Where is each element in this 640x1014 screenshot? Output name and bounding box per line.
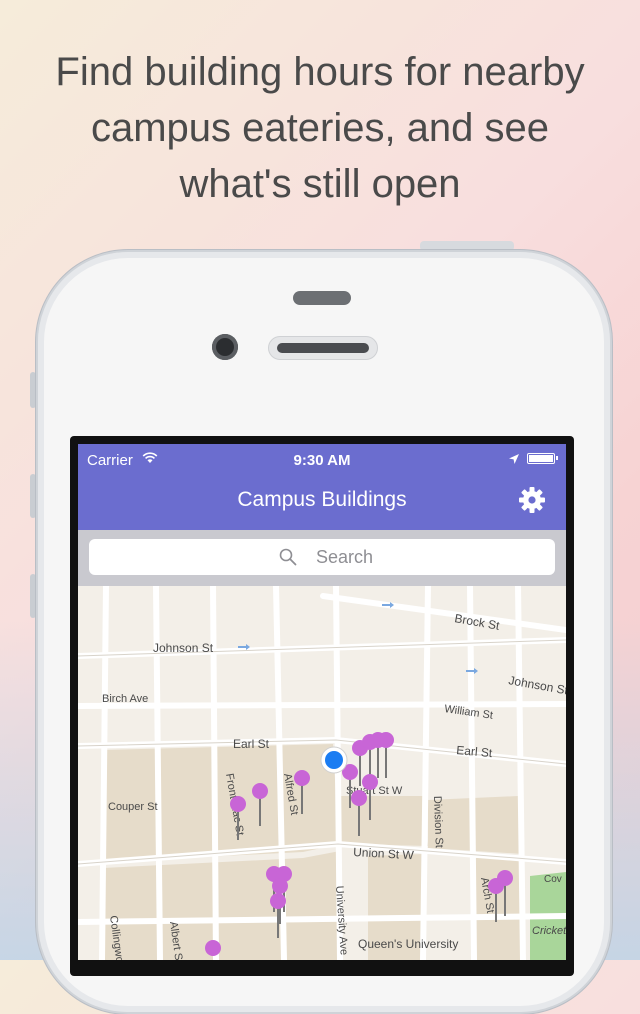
status-bar: Carrier 9:30 AM: [78, 444, 566, 472]
app-display: Carrier 9:30 AM Campus Buildings Search …: [78, 444, 566, 960]
headline-line-2: campus eateries, and see: [90, 106, 550, 150]
headline: Find building hours for nearby campus ea…: [0, 44, 640, 212]
street-label-queens: Queen's University: [358, 937, 458, 951]
location-arrow-icon: [509, 454, 519, 464]
search-bar: Search: [78, 530, 566, 586]
headline-line-3: what's still open: [179, 162, 461, 206]
search-icon: [279, 548, 297, 566]
street-label-couper: Couper St: [108, 801, 158, 813]
earpiece-speaker: [268, 336, 378, 360]
street-label-cov: Cov: [544, 874, 562, 885]
headline-line-1: Find building hours for nearby: [55, 50, 585, 94]
street-label-earl-left: Earl St: [233, 737, 270, 751]
search-placeholder: Search: [316, 547, 374, 567]
map-canvas[interactable]: Brock St Johnson St Johnson St Birch Ave…: [78, 586, 566, 960]
street-label-birch: Birch Ave: [102, 693, 148, 705]
front-camera: [212, 334, 238, 360]
street-label-cricket: Cricket: [532, 925, 566, 937]
page-title: Campus Buildings: [237, 488, 407, 511]
status-time: 9:30 AM: [293, 452, 351, 469]
campus-map[interactable]: Brock St Johnson St Johnson St Birch Ave…: [78, 586, 566, 960]
gear-icon[interactable]: [518, 486, 546, 514]
search-input[interactable]: Search: [89, 539, 555, 575]
street-label-division: Division St: [431, 796, 445, 848]
street-label-johnson-left: Johnson St: [153, 641, 214, 655]
navigation-bar: Carrier 9:30 AM Campus Buildings: [78, 444, 566, 530]
battery-icon: [527, 453, 558, 464]
sensor: [293, 291, 351, 305]
user-location-dot: [320, 746, 348, 774]
map-pin[interactable]: [205, 940, 221, 956]
